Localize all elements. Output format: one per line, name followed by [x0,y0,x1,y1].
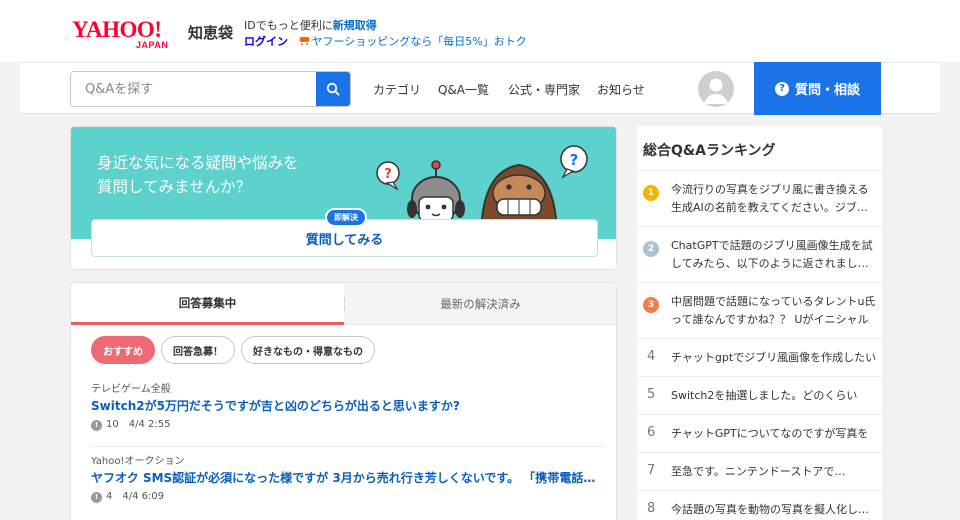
rank-number: 5 [647,387,656,402]
list-item[interactable]: Yahoo!オークション ヤフオク SMS認証が必須になった様ですが 3月から売… [91,446,604,517]
service-name: 知恵袋 [188,24,234,42]
user-icon [704,78,728,104]
feed-tabs: 回答募集中 最新の解決済み [71,283,616,325]
shopping-promo-link[interactable]: ヤフーショッピングなら「毎日5%」おトク [312,35,527,48]
question-meta: ! 4 4/4 6:09 [91,489,604,505]
answer-count-icon: ! [91,419,102,431]
logo-yahoo-text: YAHOO! [72,17,162,42]
question-category[interactable]: Yahoo!オークション [91,455,604,469]
nav-bar: カテゴリ Q&A一覧 公式・専門家 お知らせ ? 質問・相談 [20,62,940,115]
ranking-item[interactable]: 4 チャットgptでジブリ風画像を作成したい [637,338,882,376]
ranking-item[interactable]: 7 至急です。ニンテンドーストアで… [637,452,882,490]
tab-open-questions[interactable]: 回答募集中 [71,283,344,325]
logo-japan-text: JAPAN [136,40,169,50]
hero-line-2: 質問してみませんか？ [97,178,252,196]
question-category[interactable]: テレビゲーム全般 [91,383,604,397]
search-box [70,71,351,107]
ranking-list: 1 今流行りの写真をジブリ風に書き換える生成AIの名前を教えてください。ジブリ風… [637,170,882,520]
ranking-item-text: Switch2を抽選しました。どのくらい [671,389,858,402]
answer-count-icon: ! [91,491,102,503]
ranking-item[interactable]: 8 今話題の写真を動物の写真を擬人化したい [637,490,882,520]
question-title[interactable]: ヤフオク SMS認証が必須になった様ですが 3月から売れ行き芳しくないです。 「… [91,469,604,487]
question-feed: 回答募集中 最新の解決済み おすすめ 回答急募！ 好きなもの・得意なもの テレビ… [70,282,617,520]
list-item[interactable]: テレビゲーム全般 Switch2が5万円だそうですが吉と凶のどちらが出ると思いま… [91,375,604,446]
ranking-item-text: 至急です。ニンテンドーストアで… [671,465,846,478]
ask-hero-banner: 身近な気になる疑問や悩みを 質問してみませんか？ ? ? 質問してみる 即解決 [70,126,617,270]
chip-favorites[interactable]: 好きなもの・得意なもの [241,336,375,364]
rank-badge-silver: 2 [643,241,659,257]
ranking-item-text: 今話題の写真を動物の写真を擬人化したい [671,503,878,516]
question-date: 4/4 6:09 [122,491,165,502]
nav-qa-list[interactable]: Q&A一覧 [438,81,489,98]
ask-question-button[interactable]: ? 質問・相談 [754,62,881,115]
answer-count: 10 [106,419,119,430]
ranking-title: 総合Q&Aランキング [643,143,776,159]
rank-badge-bronze: 3 [643,297,659,313]
login-link[interactable]: ログイン [244,35,288,48]
chip-recommended[interactable]: おすすめ [91,336,155,364]
search-input[interactable] [71,72,316,106]
question-title[interactable]: Switch2が5万円だそうですが吉と凶のどちらが出ると思いますか? [91,397,604,415]
rank-number: 8 [647,501,656,516]
filter-chips: おすすめ 回答急募！ 好きなもの・得意なもの [91,336,375,364]
question-date: 4/4 2:55 [128,419,171,430]
ranking-item-text: チャットGPTについてなのですが写真を [671,427,869,440]
rank-number: 4 [647,349,656,364]
question-list: テレビゲーム全般 Switch2が5万円だそうですが吉と凶のどちらが出ると思いま… [91,375,604,517]
tab-recently-solved[interactable]: 最新の解決済み [344,283,616,325]
header-promo: IDでもっと便利に新規取得 ログイン ヤフーショッピングなら「毎日5%」おトク [244,18,527,50]
ranking-item-text: 今流行りの写真をジブリ風に書き換える生成AIの名前を教えてください。ジブリ風の写… [671,183,869,214]
nav-category[interactable]: カテゴリ [373,81,421,98]
nav-official-experts[interactable]: 公式・専門家 [508,81,580,98]
ranking-panel: 総合Q&Aランキング 1 今流行りの写真をジブリ風に書き換える生成AIの名前を教… [637,126,882,520]
rank-badge-gold: 1 [643,185,659,201]
top-header: YAHOO! JAPAN 知恵袋 IDでもっと便利に新規取得 ログイン ヤフーシ… [0,0,960,62]
ranking-item-text: ChatGPTで話題のジブリ風画像生成を試してみたら、以下のように返されました。… [671,239,873,270]
yahoo-chiebukuro-logo[interactable]: YAHOO! JAPAN 知恵袋 [72,18,242,52]
search-button[interactable] [316,72,350,106]
user-avatar[interactable] [698,71,734,107]
ask-question-label: 質問・相談 [794,83,860,98]
ranking-item-text: チャットgptでジブリ風画像を作成したい [671,351,877,364]
signup-link[interactable]: 新規取得 [333,19,377,32]
rank-number: 6 [647,425,656,440]
svg-text:?: ? [570,151,579,169]
question-meta: ! 10 4/4 2:55 [91,417,604,433]
chip-urgent[interactable]: 回答急募！ [161,336,235,364]
ranking-item[interactable]: 2 ChatGPTで話題のジブリ風画像生成を試してみたら、以下のように返されまし… [637,226,882,282]
answer-count: 4 [106,491,113,502]
ranking-item[interactable]: 5 Switch2を抽選しました。どのくらい [637,376,882,414]
cart-icon [298,36,310,46]
ranking-item[interactable]: 3 中居問題で話題になっているタレントu氏って誰なんですかね？？ Uがイニシャル [637,282,882,338]
promo-text: IDでもっと便利に [244,19,333,32]
search-icon [326,82,340,96]
svg-text:?: ? [384,167,392,182]
question-icon: ? [774,81,789,96]
ranking-item[interactable]: 6 チャットGPTについてなのですが写真を [637,414,882,452]
rank-number: 7 [647,463,656,478]
nav-news[interactable]: お知らせ [597,81,645,98]
ranking-item[interactable]: 1 今流行りの写真をジブリ風に書き換える生成AIの名前を教えてください。ジブリ風… [637,170,882,226]
hero-line-1: 身近な気になる疑問や悩みを [97,154,299,172]
ranking-item-text: 中居問題で話題になっているタレントu氏って誰なんですかね？？ Uがイニシャル [671,295,876,326]
instant-answer-badge: 即解決 [325,208,367,227]
